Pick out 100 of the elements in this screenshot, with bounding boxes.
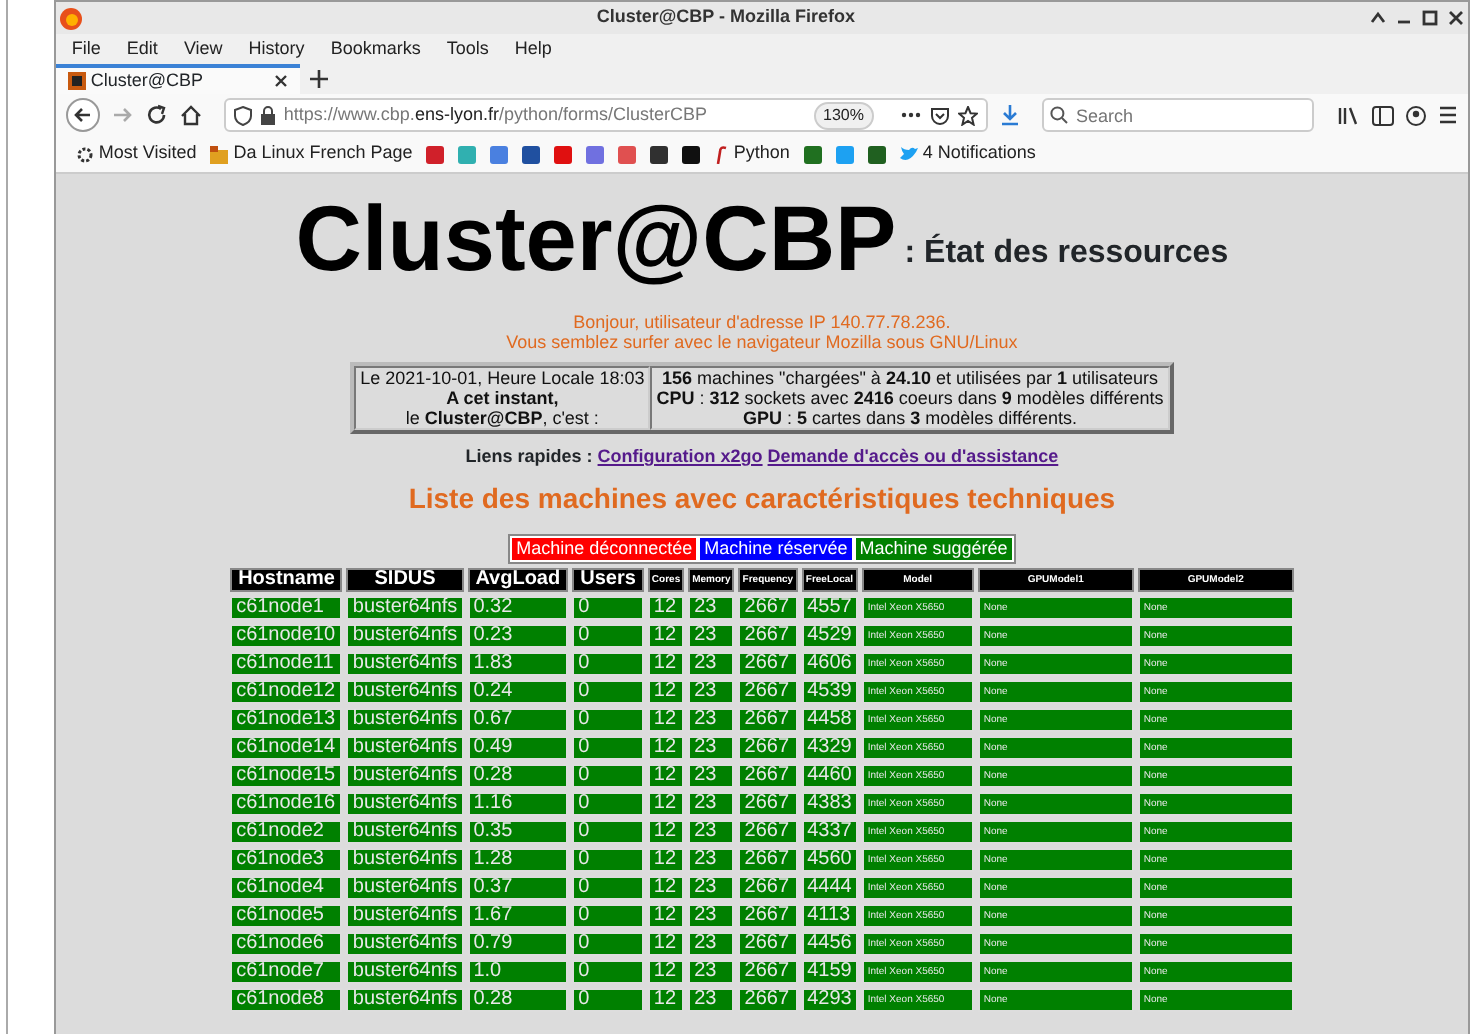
table-cell: 1.28: [467, 847, 569, 871]
table-cell: c61node12: [230, 679, 343, 703]
table-cell: 2667: [738, 735, 798, 759]
download-icon[interactable]: [1000, 104, 1020, 126]
table-cell: c61node14: [230, 735, 343, 759]
menu-item[interactable]: Bookmarks: [330, 35, 421, 63]
maximize-up-icon[interactable]: [1369, 10, 1385, 26]
info-text: 156 machines "chargées" à 24.10 et utilisées par 1 utilisateurs: [659, 368, 1161, 388]
zoom-level[interactable]: 130%: [813, 101, 874, 129]
bookmark[interactable]: Most Visited: [75, 140, 197, 168]
table-cell: 23: [688, 763, 735, 787]
table-cell: c61node11: [230, 651, 343, 675]
link[interactable]: Configuration x2go: [597, 444, 763, 471]
table-cell: 2667: [738, 903, 798, 927]
table-cell: 2667: [738, 959, 798, 983]
menu-item[interactable]: Help: [514, 35, 552, 63]
star-icon[interactable]: [958, 105, 978, 125]
table-cell: c61node4: [230, 875, 343, 899]
account-icon[interactable]: [1406, 105, 1426, 125]
table-cell: 23: [688, 987, 735, 1011]
close-icon[interactable]: [1447, 10, 1463, 26]
table-cell: 12: [647, 735, 685, 759]
table-cell: 12: [647, 679, 685, 703]
table-cell: 23: [688, 931, 735, 955]
search-icon: [1050, 106, 1068, 124]
shield-icon: [233, 105, 252, 125]
favicon-icon: [67, 72, 86, 90]
new-tab-icon[interactable]: [309, 70, 328, 88]
bookmark[interactable]: Python: [714, 140, 790, 168]
back-icon[interactable]: [65, 98, 100, 132]
reload-icon[interactable]: [145, 104, 168, 126]
table-cell: 0: [572, 623, 644, 647]
menu-icon[interactable]: [1438, 106, 1458, 124]
menu-item[interactable]: File: [71, 35, 101, 63]
table-cell: 0.24: [467, 679, 569, 703]
table-cell: 2667: [738, 875, 798, 899]
table-cell: 4458: [801, 707, 858, 731]
table-cell: 4329: [801, 735, 858, 759]
info-text: Le 2021-10-01, Heure Locale 18:03: [360, 368, 645, 388]
table-cell: 0.37: [467, 875, 569, 899]
quick-links-label: Liens rapides :: [465, 444, 593, 470]
table-cell: c61node6: [230, 931, 343, 955]
table-cell: 0.35: [467, 819, 569, 843]
info-text: GPU : 5 cartes dans 3 modèles différents.: [741, 408, 1079, 428]
table-cell: 1.83: [467, 651, 569, 675]
table-cell: 0: [572, 679, 644, 703]
address-bar[interactable]: https://www.cbp.ens-lyon.fr/python/forms/ClusterCBP 130%: [223, 98, 988, 132]
close-icon[interactable]: [273, 74, 288, 88]
table-cell: buster64nfs: [346, 679, 464, 703]
search-field[interactable]: Search: [1042, 98, 1314, 132]
table-cell: 12: [647, 987, 685, 1011]
restore-icon[interactable]: [1421, 10, 1437, 26]
greeting-text: Vous semblez surfer avec le navigateur Mozilla sous GNU/Linux: [506, 332, 1018, 352]
table-cell: 0: [572, 987, 644, 1011]
menu-item[interactable]: History: [248, 35, 305, 63]
table-cell: 12: [647, 651, 685, 675]
page-subtitle: : État des ressources: [904, 231, 1229, 273]
library-icon[interactable]: [1338, 105, 1360, 125]
lock-icon: [259, 105, 276, 125]
table-cell: 4529: [801, 623, 858, 647]
table-cell: c61node16: [230, 791, 343, 815]
table-cell: buster64nfs: [346, 791, 464, 815]
table-cell: buster64nfs: [346, 875, 464, 899]
home-icon[interactable]: [179, 104, 202, 126]
link[interactable]: Demande d'accès ou d'assistance: [767, 444, 1059, 471]
menu-item[interactable]: Edit: [126, 35, 158, 63]
info-text: A cet instant,: [444, 388, 561, 408]
table-cell: 0: [572, 959, 644, 983]
table-cell: 2667: [738, 819, 798, 843]
table-cell: 12: [647, 819, 685, 843]
table-cell: 12: [647, 959, 685, 983]
menu-item[interactable]: Tools: [446, 35, 489, 63]
table-cell: 2667: [738, 987, 798, 1011]
table-cell: 12: [647, 791, 685, 815]
greeting-text: Bonjour, utilisateur d'adresse IP 140.77.78.236.: [571, 312, 953, 332]
menu-item[interactable]: View: [183, 35, 223, 63]
table-cell: buster64nfs: [346, 595, 464, 619]
table-cell: c61node7: [230, 959, 343, 983]
table-cell: c61node2: [230, 819, 343, 843]
pocket-icon[interactable]: [930, 105, 950, 125]
table-cell: 0: [572, 931, 644, 955]
bookmark[interactable]: 4 Notifications: [899, 140, 1036, 168]
table-cell: 23: [688, 651, 735, 675]
table-cell: 0: [572, 707, 644, 731]
bookmark[interactable]: Da Linux French Page: [210, 140, 413, 168]
table-cell: 0.49: [467, 735, 569, 759]
sidebar-icon[interactable]: [1372, 105, 1394, 125]
table-cell: 12: [647, 903, 685, 927]
table-cell: 23: [688, 735, 735, 759]
table-cell: 0: [572, 819, 644, 843]
table-cell: 23: [688, 959, 735, 983]
table-cell: c61node3: [230, 847, 343, 871]
table-cell: 4293: [801, 987, 858, 1011]
browser-tab[interactable]: Cluster@CBP: [55, 64, 300, 94]
table-cell: c61node8: [230, 987, 343, 1011]
table-cell: 4560: [801, 847, 858, 871]
table-cell: 23: [688, 847, 735, 871]
window-title: Cluster@CBP - Mozilla Firefox: [594, 4, 858, 31]
table-cell: buster64nfs: [346, 847, 464, 871]
legend-item: Machine déconnectée: [512, 537, 697, 559]
